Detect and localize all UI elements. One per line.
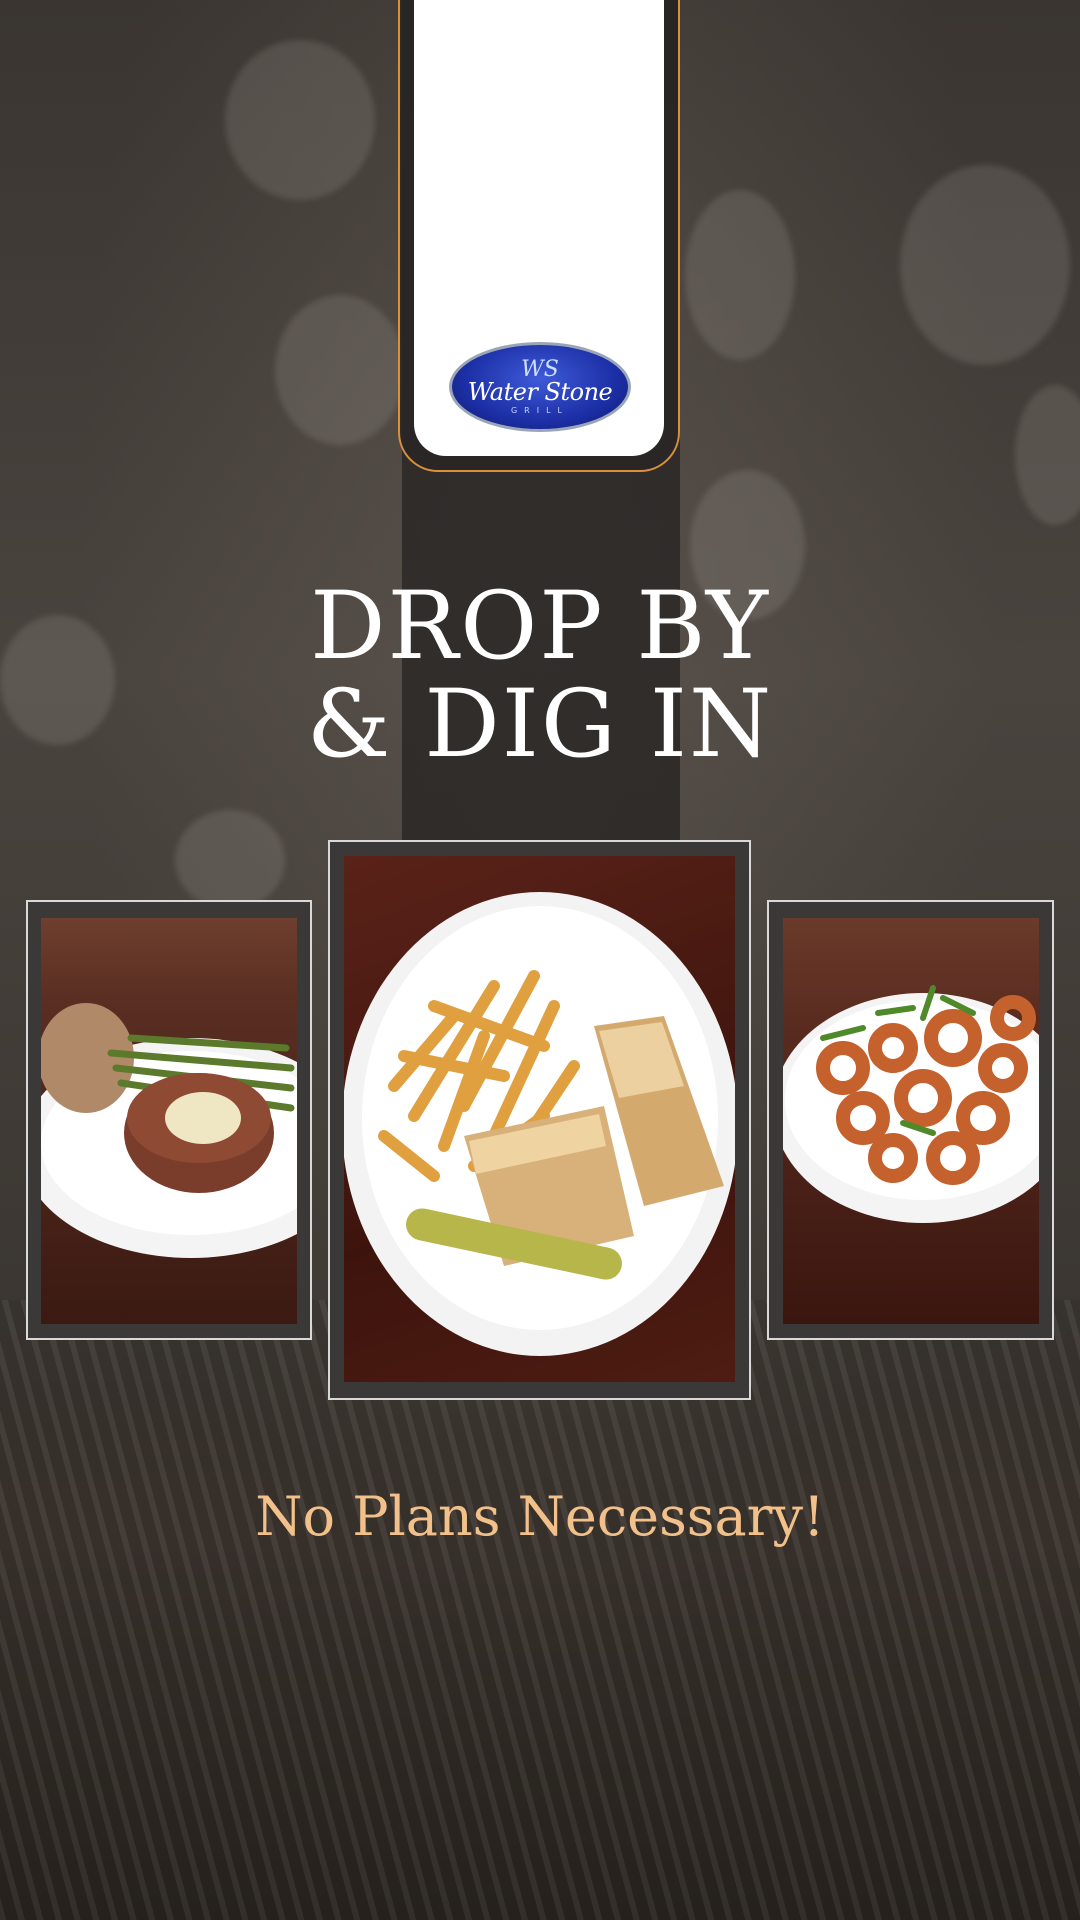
photo-frame-right [767,900,1054,1340]
bokeh-light [900,165,1070,365]
bokeh-light [685,190,795,360]
photo-frame-left [26,900,312,1340]
promo-background: WS Water Stone GRILL DROP BY & DIG IN No… [0,0,1080,1920]
steak-plate-illustration [41,1003,297,1258]
bokeh-light [175,810,285,910]
water-stone-grill-logo: WS Water Stone GRILL [449,342,631,432]
logo-card: WS Water Stone GRILL [398,0,680,472]
bokeh-light [1015,385,1080,525]
sandwich-plate-illustration [344,892,735,1356]
sandwich-fries-photo [344,856,735,1382]
calamari-plate-illustration [783,985,1039,1223]
logo-card-inner: WS Water Stone GRILL [414,0,664,456]
logo-monogram: WS [521,356,559,382]
headline-line-2: & DIG IN [306,670,774,779]
photo-frame-center [328,840,751,1400]
logo-subtitle: GRILL [510,405,570,415]
headline: DROP BY & DIG IN [0,578,1080,774]
bokeh-light [225,40,375,200]
bokeh-light [275,295,405,445]
steak-photo [41,918,297,1324]
logo-name: Water Stone [467,377,613,406]
calamari-photo [783,918,1039,1324]
tagline: No Plans Necessary! [255,1485,825,1548]
headline-line-1: DROP BY [310,572,770,681]
